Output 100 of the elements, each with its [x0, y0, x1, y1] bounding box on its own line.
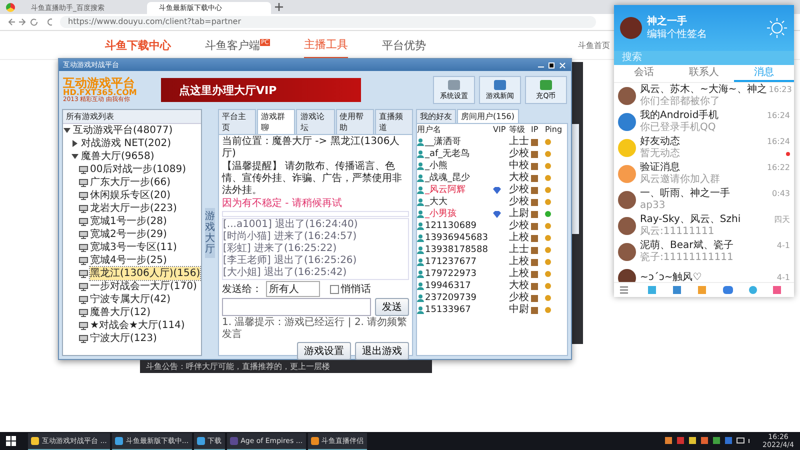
message-input[interactable]	[222, 298, 371, 316]
user-name[interactable]: 15133967	[425, 304, 471, 316]
tab[interactable]: 房间用户(156)	[457, 109, 519, 123]
tree-item[interactable]: 一步对战会一大厅(170)	[63, 280, 201, 293]
avatar[interactable]	[620, 17, 642, 39]
user-name[interactable]: 237209739	[425, 292, 477, 304]
tree-item[interactable]: 对战游戏 NET(202)	[63, 137, 201, 150]
tab[interactable]: 游戏群聊	[257, 109, 296, 134]
conversation-item[interactable]: ~ↄ´ↄ~触风♡ 4-1	[614, 265, 794, 282]
tab[interactable]: 平台主页	[218, 109, 256, 134]
person-icon	[417, 234, 424, 242]
tab[interactable]: 我的好友	[416, 109, 456, 123]
user-name[interactable]: 13938178588	[425, 244, 488, 256]
user-name[interactable]: _战魂_昆少	[425, 172, 470, 184]
person-icon	[417, 222, 424, 230]
log-entry: [...a1001] 退出了(16:24:40)	[223, 219, 359, 230]
user-name[interactable]: 121130689	[425, 220, 477, 232]
user-level: 少校	[509, 196, 530, 208]
expander-icon[interactable]	[71, 153, 79, 160]
start-icon[interactable]	[6, 436, 16, 446]
tree-item[interactable]: 宽城1号一步(28)	[63, 215, 201, 228]
monitor-icon	[79, 296, 88, 304]
window-controls-icon[interactable]	[537, 62, 567, 68]
tab[interactable]: 联系人	[674, 65, 734, 82]
conversation-item[interactable]: 我的Android手机 16:24 你已登录手机QQ	[614, 109, 794, 135]
site-logo[interactable]: 斗鱼下载中心	[105, 38, 171, 52]
tab[interactable]: 使用帮助	[336, 109, 374, 134]
monitor-icon	[79, 270, 88, 278]
conversation-title: ~ↄ´ↄ~触风♡	[640, 272, 702, 282]
person-icon	[417, 258, 424, 266]
home-link[interactable]: 斗鱼首页	[578, 40, 610, 50]
person-icon	[417, 198, 424, 206]
expander-icon[interactable]	[63, 127, 71, 134]
tab[interactable]: 直播频道	[374, 109, 414, 134]
user-name[interactable]: 19946317	[425, 280, 471, 292]
user-name[interactable]: _af_无老鸟	[425, 148, 470, 160]
avatar	[618, 243, 636, 261]
user-name[interactable]: 171237677	[425, 256, 477, 268]
panel-header: 所有游戏列表	[63, 110, 201, 124]
user-name[interactable]: _小熊	[425, 160, 448, 172]
tree-item[interactable]: 宽城3号一专区(11)	[63, 241, 201, 254]
tree-item[interactable]: 广东大厅一步(66)	[63, 176, 201, 189]
conversation-item[interactable]: 验证消息 16:22 风云邀请你加入群	[614, 161, 794, 187]
navigation-arrows-icon[interactable]	[8, 18, 52, 26]
conversation-item[interactable]: 泥萌、Bear斌、瓷子 4-1 瓷子:11111111111	[614, 239, 794, 265]
message-preview: 风云邀请你加入群	[640, 174, 720, 186]
monitor-icon	[79, 204, 88, 212]
tree-item[interactable]: 魔兽大厅(12)	[63, 306, 201, 319]
conversation-title: 一、听雨、神之一手	[640, 188, 730, 200]
user-name[interactable]: _小男孩	[425, 208, 456, 220]
send-to-label: 发送给：	[222, 283, 262, 296]
tree-item[interactable]: 00后对战一步(1089)	[63, 163, 201, 176]
monitor-icon	[79, 334, 88, 342]
address-field[interactable]: https://www.douyu.com/client?tab=partner	[60, 16, 596, 28]
new-tab-icon[interactable]	[275, 3, 283, 11]
conversation-item[interactable]: 一、听雨、神之一手 0:43 ap33	[614, 187, 794, 213]
tree-item[interactable]: 宽城4号一步(25)	[63, 254, 201, 267]
tab[interactable]: 会话	[614, 65, 674, 82]
log-entry: [大小姐] 退出了(16:25:42)	[223, 267, 348, 279]
tree-item[interactable]: 龙岩大厅一步(223)	[63, 202, 201, 215]
tree-item[interactable]: 宽城2号一步(29)	[63, 228, 201, 241]
send-button[interactable]: 发送	[375, 298, 409, 316]
avatar	[618, 165, 636, 183]
action-button[interactable]: 退出游戏	[355, 342, 409, 360]
app-shortcuts-drawing[interactable]	[614, 282, 794, 297]
conversation-title: Ray-Sky、风云、Szhi	[640, 214, 741, 226]
nav-link[interactable]: 斗鱼客户端$^{PC}$	[205, 32, 270, 58]
user-name[interactable]: _风云阿辉	[425, 184, 466, 196]
conversation-item[interactable]: 好友动态 16:24 暂无动态	[614, 135, 794, 161]
monitor-icon	[79, 256, 88, 264]
tab[interactable]: 游戏论坛	[296, 109, 335, 134]
monitor-icon	[79, 192, 88, 200]
tree-item[interactable]: ★对战会★大厅(114)	[63, 319, 201, 332]
nav-link[interactable]: 平台优势	[382, 32, 426, 58]
tree-item[interactable]: 宁波专属大厅(42)	[63, 293, 201, 306]
monitor-icon	[79, 166, 88, 174]
user-name[interactable]: _大大	[425, 196, 448, 208]
user-level: 上校	[509, 256, 530, 268]
user-name[interactable]: 179722973	[425, 268, 477, 280]
tree-item[interactable]: 宁波大厅(123)	[63, 332, 201, 345]
log-entry: [彩虹] 进来了(16:25:22)	[223, 243, 338, 254]
side-tab[interactable]: 游戏大厅	[205, 208, 215, 258]
recipient-dropdown[interactable]: 所有人	[266, 281, 320, 297]
action-button[interactable]: 游戏设置	[297, 342, 351, 360]
monitor-icon	[79, 282, 88, 290]
expander-icon[interactable]	[71, 140, 79, 147]
avatar	[618, 87, 636, 105]
whisper-checkbox[interactable]	[330, 284, 339, 294]
tree-item[interactable]: 魔兽大厅(9658)	[63, 150, 201, 163]
app-icon	[493, 79, 507, 91]
user-name: 神之一手	[647, 15, 688, 28]
conversation-item[interactable]: 风云、苏木、~大海~、神之 16:23 你们全部都被你了	[614, 83, 794, 109]
user-name[interactable]: 13936945683	[425, 232, 488, 244]
tree-item[interactable]: 互动游戏平台(48077)	[63, 124, 201, 137]
conversation-item[interactable]: Ray-Sky、风云、Szhi 四天 风云:11111111	[614, 213, 794, 239]
vip-banner[interactable]: 点这里办理大厅VIP	[161, 78, 361, 102]
message-time: 16:23	[768, 84, 792, 96]
tree-item[interactable]: 休闲娱乐专区(20)	[63, 189, 201, 202]
monitor-icon	[79, 230, 88, 238]
user-name[interactable]: __潇洒哥	[425, 136, 461, 148]
